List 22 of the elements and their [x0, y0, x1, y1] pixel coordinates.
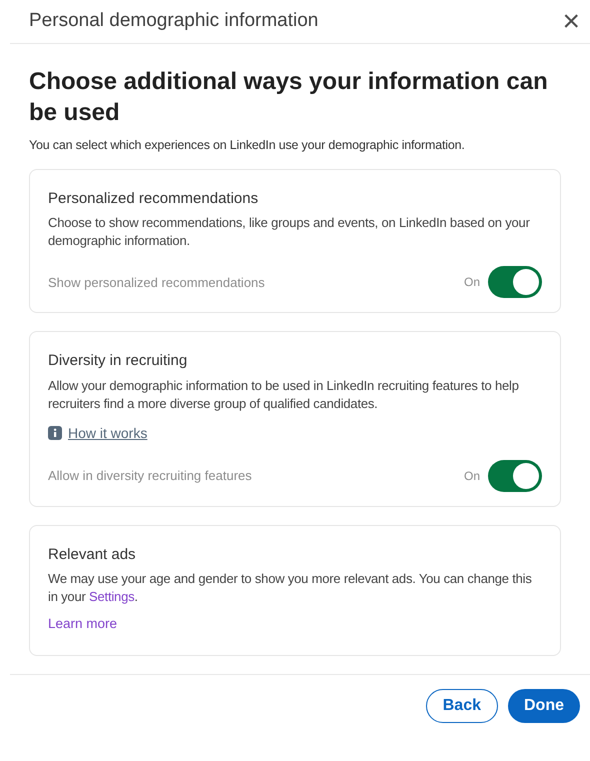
card-title: Personalized recommendations: [48, 188, 260, 209]
toggle-state-text: On: [464, 274, 480, 292]
settings-link[interactable]: Settings: [89, 589, 134, 604]
card-title: Diversity in recruiting: [48, 351, 188, 372]
card-title: Relevant ads: [48, 544, 137, 565]
card-description: We may use your age and gender to show you more relevant ads. You can change this in your Settings.: [48, 570, 533, 606]
page-heading: Choose additional ways your information can be used: [29, 67, 549, 128]
back-button[interactable]: Back: [426, 688, 498, 722]
setting-label: Allow in diversity recruiting features: [48, 467, 252, 485]
close-button[interactable]: ×: [562, 6, 580, 36]
info-icon: [48, 426, 62, 440]
how-it-works-link[interactable]: How it works: [68, 422, 148, 444]
card-description: Choose to show recommendations, like groups and events, on LinkedIn based on your demographic information.: [48, 214, 531, 250]
toggle-switch[interactable]: [488, 460, 542, 492]
card-description: Allow your demographic information to be used in LinkedIn recruiting features to help recruiters find a more diverse group of qualified candidates.: [48, 376, 520, 413]
learn-more-link[interactable]: Learn more: [48, 614, 542, 634]
done-button[interactable]: Done: [508, 688, 580, 722]
intro-text: You can select which experiences on LinkedIn use your demographic information.: [29, 137, 466, 154]
toggle-state-text: On: [464, 468, 480, 485]
toggle-switch[interactable]: [488, 266, 542, 298]
setting-label: Show personalized recommendations: [48, 274, 265, 292]
dialog-title: Personal demographic information: [29, 9, 318, 34]
